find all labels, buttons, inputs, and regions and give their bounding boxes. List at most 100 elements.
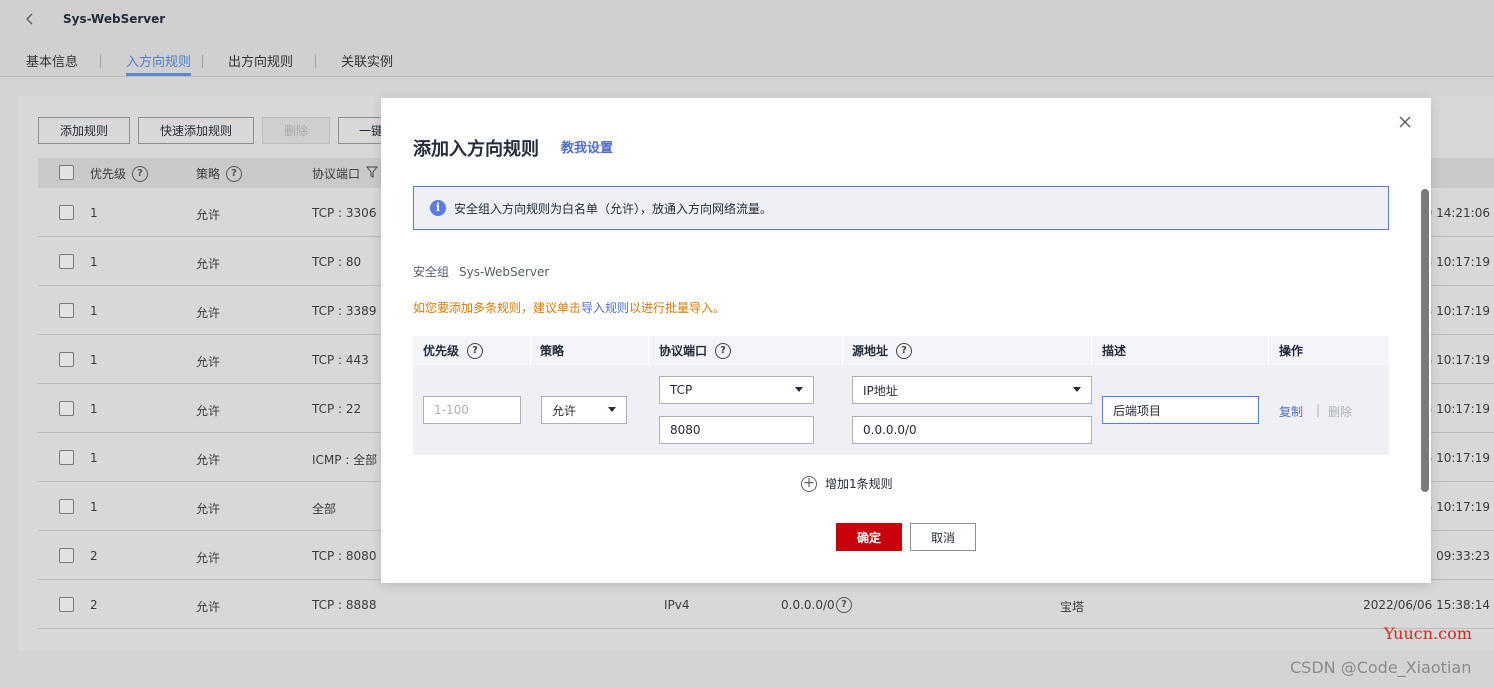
col-action: 操作 [1279,336,1303,365]
rule-form-row: 1-100 允许 TCP 8080 IP地址 0.0.0.0/0 后端项目 复制… [413,365,1389,455]
cell-protocol-port: TCP : 8888 [312,598,377,612]
help-icon[interactable]: ? [226,165,243,182]
cell-policy: 允许 [196,208,221,222]
caret-down-icon [608,407,616,412]
cell-priority: 1 [90,206,98,220]
row-checkbox[interactable] [59,254,74,269]
row-checkbox[interactable] [59,548,74,563]
col-divider [648,336,649,365]
tab-basic-info[interactable]: 基本信息 [26,48,78,76]
help-icon[interactable]: ? [896,342,913,359]
tab-bar: 基本信息 入方向规则 出方向规则 关联实例 [0,48,393,77]
info-banner: i 安全组入方向规则为白名单（允许），放通入方向网络流量。 [413,186,1389,230]
protocol-select-value: TCP [670,383,693,397]
row-checkbox[interactable] [59,352,74,367]
protocol-select[interactable]: TCP [659,376,814,404]
cell-priority: 1 [90,451,98,465]
help-icon[interactable]: ? [836,597,852,613]
priority-input[interactable]: 1-100 [423,396,521,424]
help-icon[interactable]: ? [715,342,732,359]
policy-select[interactable]: 允许 [541,396,627,424]
col-source-label: 源地址 [852,344,889,358]
add-one-rule-button[interactable]: + 增加1条规则 [801,475,893,492]
tip-prefix: 如您要添加多条规则，建议单击 [413,301,582,315]
header-divider [0,76,1494,77]
help-link[interactable]: 教我设置 [561,137,613,156]
csdn-watermark: CSDN @Code_Xiaotian [1290,658,1472,677]
cell-policy: 允许 [196,453,221,467]
cell-description: 宝塔 [1060,600,1085,614]
cell-policy: 允许 [196,502,221,516]
cancel-button[interactable]: 取消 [910,523,976,551]
row-checkbox[interactable] [59,450,74,465]
cell-protocol-port: TCP : 8080 [312,549,377,563]
cell-policy: 允许 [196,404,221,418]
header-priority-label: 优先级 [90,167,127,181]
help-icon[interactable]: ? [467,342,484,359]
tab-separator [100,55,102,68]
col-divider [1268,336,1269,365]
col-protocol-port-label: 协议端口 [659,344,708,358]
cell-protocol-port: TCP : 22 [312,402,362,416]
close-icon[interactable] [1397,115,1413,131]
select-all-checkbox[interactable] [59,165,74,180]
tab-outbound-rules[interactable]: 出方向规则 [228,48,293,76]
cell-source: 0.0.0.0/0 [781,598,835,612]
row-checkbox[interactable] [59,303,74,318]
add-inbound-rule-dialog: 添加入方向规则 教我设置 i 安全组入方向规则为白名单（允许），放通入方向网络流… [381,98,1431,583]
row-separator: | [1316,403,1321,417]
cell-policy: 允许 [196,306,221,320]
info-icon: i [430,200,446,216]
caret-down-icon [1073,387,1081,392]
port-input[interactable]: 8080 [659,416,814,444]
page-header: Sys-WebServer 基本信息 入方向规则 出方向规则 关联实例 [0,0,1494,77]
filter-icon[interactable] [365,166,379,181]
security-group-label: 安全组 [413,265,450,279]
source-type-select[interactable]: IP地址 [852,376,1092,404]
row-checkbox[interactable] [59,205,74,220]
cell-time: 2022/06/06 15:38:14 [1363,598,1490,612]
col-divider [1091,336,1092,365]
cell-policy: 允许 [196,600,221,614]
cell-priority: 2 [90,549,98,563]
policy-select-value: 允许 [552,403,577,418]
source-address-input[interactable]: 0.0.0.0/0 [852,416,1092,444]
row-checkbox[interactable] [59,401,74,416]
cell-policy: 允许 [196,355,221,369]
import-rules-link[interactable]: 导入规则 [581,301,629,315]
info-text: 安全组入方向规则为白名单（允许），放通入方向网络流量。 [454,201,773,216]
page-title: Sys-WebServer [63,12,166,26]
cell-protocol-port: TCP : 80 [312,255,362,269]
description-input[interactable]: 后端项目 [1102,396,1259,424]
tab-separator [202,55,204,68]
cell-protocol-port: 全部 [312,502,337,516]
copy-link[interactable]: 复制 [1279,403,1303,420]
col-description: 描述 [1102,336,1126,365]
col-policy: 策略 [540,336,564,365]
tab-separator [315,55,317,68]
header-protocol-port-label: 协议端口 [312,167,361,181]
row-checkbox[interactable] [59,499,74,514]
cell-protocol-port: ICMP : 全部 [312,453,378,467]
col-source: 源地址 ? [852,336,913,365]
col-priority: 优先级 ? [423,336,484,365]
chevron-left-icon[interactable] [22,11,38,27]
rule-form-header: 优先级 ? 策略 协议端口 ? 源地址 ? 描述 操作 [413,336,1389,365]
cell-policy: 允许 [196,551,221,565]
quick-add-rule-button[interactable]: 快速添加规则 [138,117,254,144]
tab-associated-instances[interactable]: 关联实例 [341,48,393,76]
source-type-value: IP地址 [863,383,898,398]
help-icon[interactable]: ? [132,165,149,182]
tab-inbound-rules[interactable]: 入方向规则 [126,48,192,76]
security-group-name: Sys-WebServer [459,265,550,279]
col-divider [530,336,531,365]
col-priority-label: 优先级 [423,344,460,358]
col-divider [842,336,843,365]
dialog-scrollbar[interactable] [1421,189,1429,492]
delete-row-link[interactable]: 删除 [1328,403,1352,420]
cell-priority: 2 [90,598,98,612]
row-checkbox[interactable] [59,597,74,612]
delete-button[interactable]: 删除 [262,117,330,144]
confirm-button[interactable]: 确定 [836,523,902,551]
add-rule-button[interactable]: 添加规则 [38,117,130,144]
